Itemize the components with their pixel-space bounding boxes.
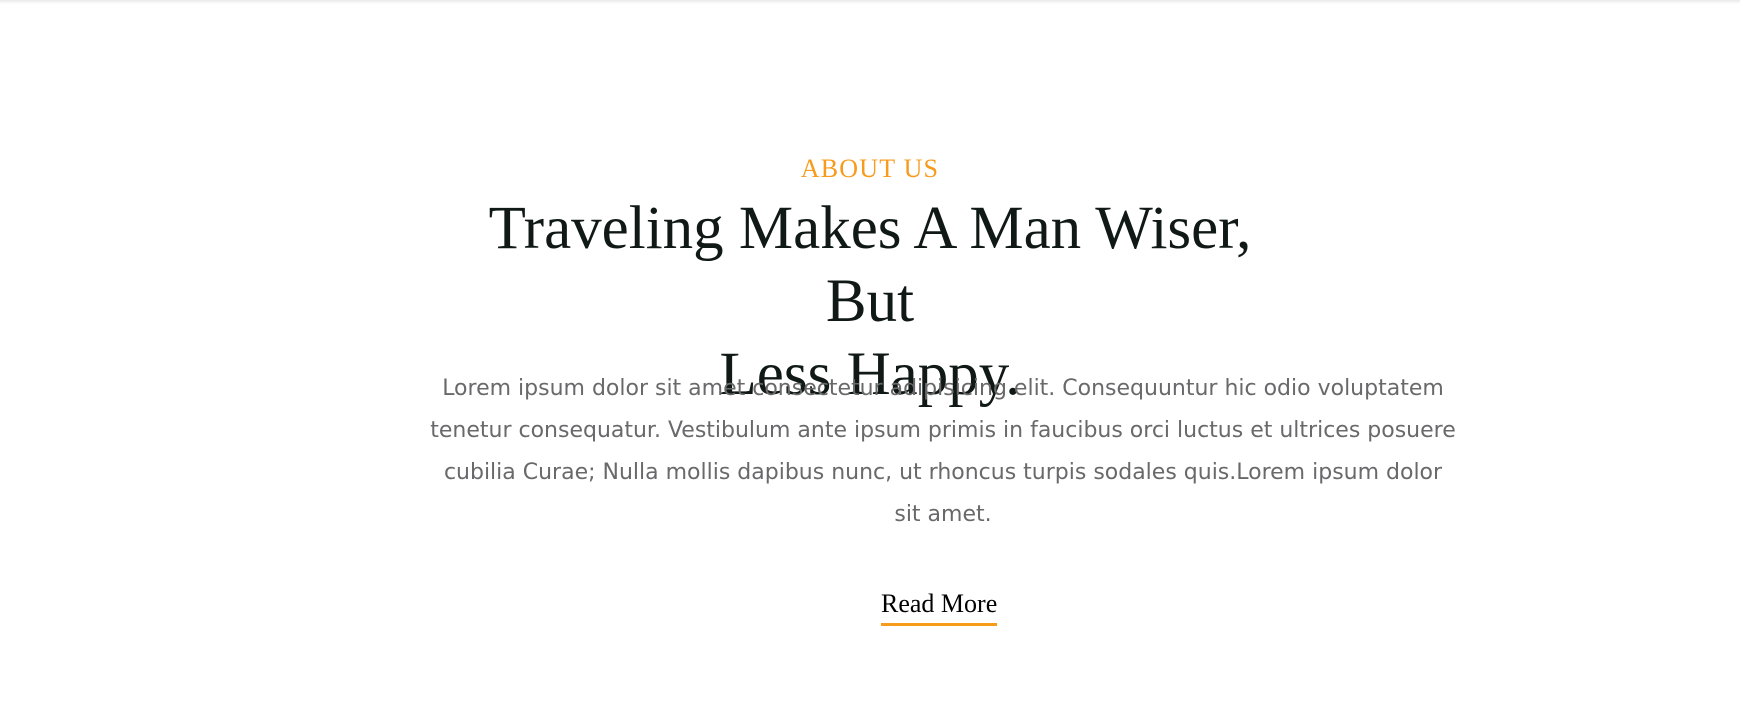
read-more-link[interactable]: Read More	[881, 586, 998, 626]
section-description: Lorem ipsum dolor sit amet consectetur a…	[430, 376, 1456, 527]
about-section: ABOUT US Traveling Makes A Man Wiser, Bu…	[0, 0, 1740, 708]
headline-line-1: Traveling Makes A Man Wiser, But	[488, 195, 1252, 335]
section-eyebrow: ABOUT US	[800, 154, 940, 183]
